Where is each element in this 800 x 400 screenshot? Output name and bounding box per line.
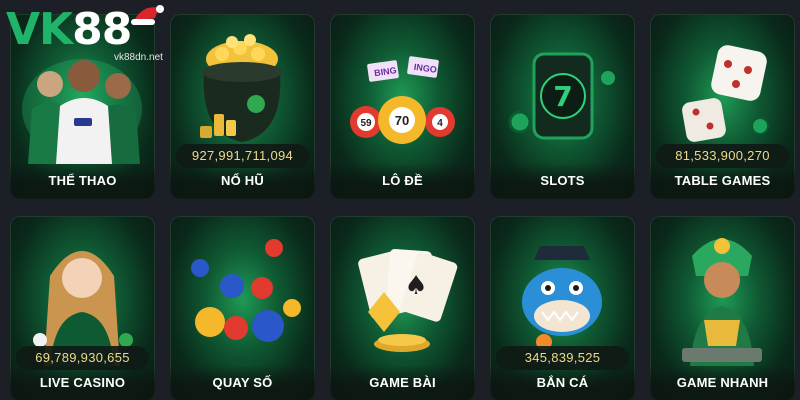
- card-label: TABLE GAMES: [674, 173, 771, 188]
- goddess-icon: [682, 238, 762, 366]
- card-game-nhanh[interactable]: GAME NHANH: [650, 216, 795, 400]
- card-no-hu[interactable]: 927,991,711,094 NỔ HŨ: [170, 14, 315, 199]
- gold-pot-icon: [200, 34, 282, 142]
- bingo-balls-icon: BING INGO 59 4 70: [350, 56, 455, 144]
- card-live-casino[interactable]: 69,789,930,655 LIVE CASINO: [10, 216, 155, 400]
- card-label: LIVE CASINO: [39, 375, 126, 390]
- card-label: NỔ HŨ: [221, 173, 264, 188]
- logo-88: 88: [72, 4, 132, 55]
- card-label: BẮN CÁ: [536, 375, 589, 390]
- card-label: GAME NHANH: [676, 375, 769, 390]
- playing-cards-icon: ♠: [358, 248, 458, 352]
- game-lobby: VK88 vk88dn.net THỂ THAO 927,991,711,094…: [0, 0, 800, 400]
- fish-shark-icon: [522, 246, 602, 350]
- svg-text:70: 70: [395, 113, 409, 128]
- card-label: QUAY SỐ: [212, 375, 273, 390]
- card-game-bai[interactable]: ♠ GAME BÀI: [330, 216, 475, 400]
- card-label: THỂ THAO: [48, 173, 117, 188]
- santa-hat-icon: [131, 5, 164, 25]
- logo-domain: vk88dn.net: [114, 52, 163, 63]
- dice-icon: [682, 45, 769, 142]
- lottery-balls-icon: [191, 239, 301, 342]
- dealer-icon: [33, 251, 133, 366]
- svg-text:59: 59: [360, 118, 372, 129]
- slot-reel-icon: 7: [508, 52, 615, 140]
- card-label: SLOTS: [540, 173, 585, 188]
- game-category-grid: THỂ THAO 927,991,711,094 NỔ HŨ BING INGO…: [10, 14, 796, 400]
- card-label: GAME BÀI: [369, 375, 436, 390]
- card-lo-de[interactable]: BING INGO 59 4 70 LÔ ĐỀ: [330, 14, 475, 199]
- logo-vk: VK: [6, 4, 73, 55]
- svg-text:7: 7: [553, 80, 572, 113]
- vk88-logo[interactable]: VK88 vk88dn.net: [4, 2, 164, 64]
- card-label: LÔ ĐỀ: [382, 173, 423, 188]
- card-quay-so[interactable]: QUAY SỐ: [170, 216, 315, 400]
- card-slots[interactable]: 7 SLOTS: [490, 14, 635, 199]
- card-ban-ca[interactable]: 345,839,525 BẮN CÁ: [490, 216, 635, 400]
- card-table-games[interactable]: 81,533,900,270 TABLE GAMES: [650, 14, 795, 199]
- svg-text:♠: ♠: [404, 271, 427, 301]
- svg-text:4: 4: [437, 118, 443, 129]
- logo-wordmark: VK88: [6, 4, 132, 55]
